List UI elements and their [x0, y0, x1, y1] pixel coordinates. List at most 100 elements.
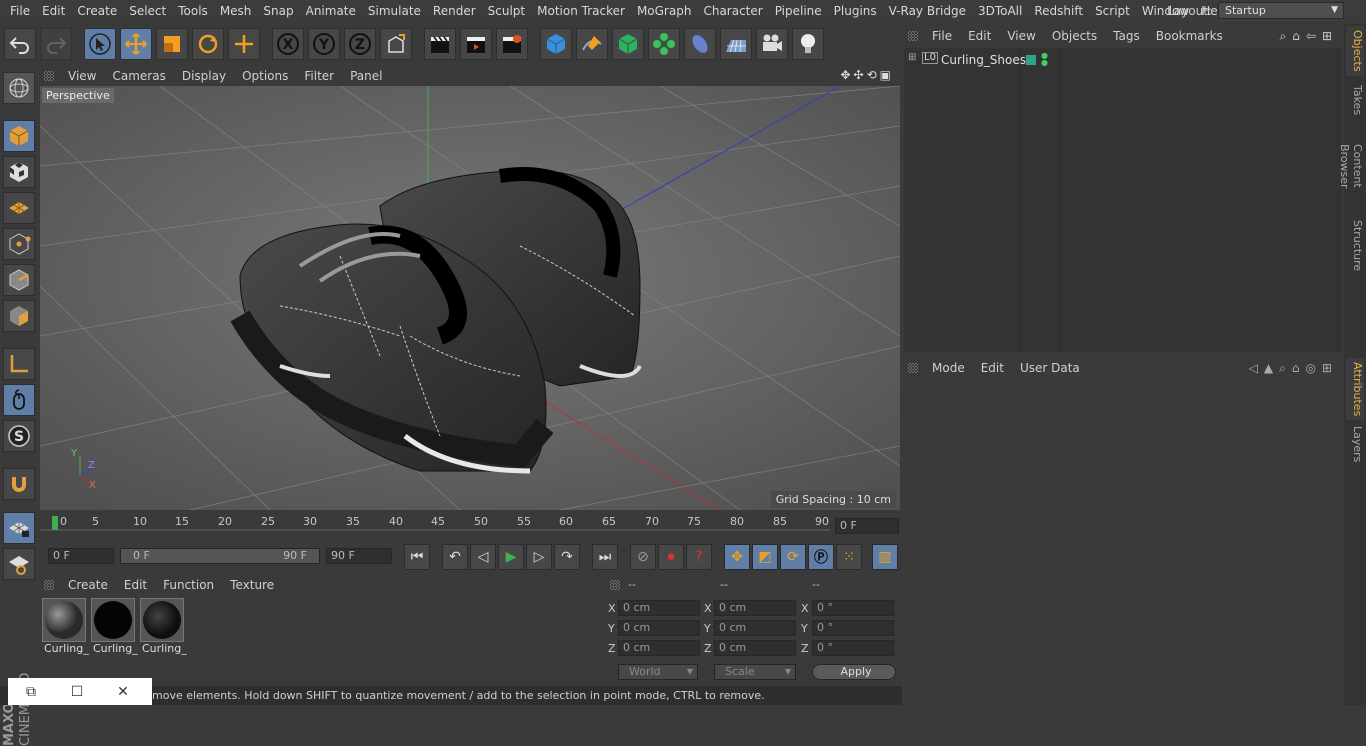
viewport-menu-options[interactable]: Options	[234, 69, 296, 83]
coordinate-system-button[interactable]	[380, 28, 412, 60]
end-frame-field[interactable]: 90 F	[326, 548, 392, 564]
add-deformer-button[interactable]	[684, 28, 716, 60]
coordinate-space-dropdown[interactable]: World▼	[618, 664, 698, 680]
viewport-menu-cameras[interactable]: Cameras	[104, 69, 173, 83]
position-x-field[interactable]: 0 cm	[618, 600, 700, 616]
menu-character[interactable]: Character	[697, 0, 768, 22]
menu-select[interactable]: Select	[123, 0, 172, 22]
texture-mode-button[interactable]	[3, 156, 35, 188]
rotation-b-field[interactable]: 0 °	[812, 640, 894, 656]
workplane-rotate-button[interactable]	[3, 548, 35, 580]
go-to-start-button[interactable]: ⏮	[404, 544, 430, 570]
objects-menu-bookmarks[interactable]: Bookmarks	[1148, 29, 1231, 43]
object-name[interactable]: Curling_Shoes	[941, 53, 1026, 67]
play-button[interactable]: ▶	[498, 544, 524, 570]
solo-button[interactable]: S	[3, 420, 35, 452]
rotation-p-field[interactable]: 0 °	[812, 620, 894, 636]
menu-mesh[interactable]: Mesh	[214, 0, 258, 22]
menu-animate[interactable]: Animate	[300, 0, 362, 22]
close-icon[interactable]: ✕	[100, 684, 146, 700]
render-view-button[interactable]	[424, 28, 456, 60]
key-parameter-button[interactable]: Ⓟ	[808, 544, 834, 570]
key-rotation-button[interactable]: ⟳	[780, 544, 806, 570]
position-z-field[interactable]: 0 cm	[618, 640, 700, 656]
undo-button[interactable]	[4, 28, 36, 60]
timeline-window-button[interactable]: ▥	[872, 544, 898, 570]
menu-plugins[interactable]: Plugins	[828, 0, 883, 22]
objects-menu-file[interactable]: File	[924, 29, 960, 43]
material-item[interactable]: Curling_	[140, 598, 184, 656]
tab-structure[interactable]: Structure	[1346, 216, 1364, 272]
add-light-button[interactable]	[792, 28, 824, 60]
menu-snap[interactable]: Snap	[257, 0, 299, 22]
attribute-nav-icons[interactable]: ◁▲⌕⌂◎⊞	[1249, 361, 1338, 376]
size-x-field[interactable]: 0 cm	[714, 600, 796, 616]
tab-objects[interactable]: Objects	[1346, 26, 1364, 76]
key-pla-button[interactable]: ⁙	[836, 544, 862, 570]
attributes-menu-edit[interactable]: Edit	[973, 361, 1012, 375]
live-selection-button[interactable]	[84, 28, 116, 60]
points-mode-button[interactable]	[3, 228, 35, 260]
menu-edit[interactable]: Edit	[36, 0, 71, 22]
position-y-field[interactable]: 0 cm	[618, 620, 700, 636]
add-cube-button[interactable]	[540, 28, 572, 60]
tweak-mode-button[interactable]	[3, 384, 35, 416]
menu-mograph[interactable]: MoGraph	[631, 0, 698, 22]
apply-button[interactable]: Apply	[812, 664, 896, 680]
move-tool-button[interactable]	[120, 28, 152, 60]
viewport-menu-filter[interactable]: Filter	[296, 69, 342, 83]
rotation-h-field[interactable]: 0 °	[812, 600, 894, 616]
viewport-menu-panel[interactable]: Panel	[342, 69, 390, 83]
menu-redshift[interactable]: Redshift	[1028, 0, 1089, 22]
objects-menu-objects[interactable]: Objects	[1044, 29, 1105, 43]
objects-menu-edit[interactable]: Edit	[960, 29, 999, 43]
size-z-field[interactable]: 0 cm	[714, 640, 796, 656]
objects-menu-tags[interactable]: Tags	[1105, 29, 1148, 43]
current-frame-field[interactable]: 0 F	[835, 518, 899, 534]
snap-toggle-button[interactable]	[3, 468, 35, 500]
material-menu-texture[interactable]: Texture	[222, 578, 282, 592]
axis-mode-button[interactable]	[3, 348, 35, 380]
add-generator-button[interactable]	[612, 28, 644, 60]
tab-takes[interactable]: Takes	[1346, 80, 1364, 120]
menu-pipeline[interactable]: Pipeline	[769, 0, 828, 22]
edges-mode-button[interactable]	[3, 264, 35, 296]
size-y-field[interactable]: 0 cm	[714, 620, 796, 636]
object-row[interactable]: ⊞ L0 Curling_Shoes ●●	[904, 50, 1342, 70]
menu-script[interactable]: Script	[1089, 0, 1136, 22]
material-item[interactable]: Curling_	[42, 598, 86, 656]
keyframe-selection-button[interactable]: ?	[686, 544, 712, 570]
scale-tool-button[interactable]	[156, 28, 188, 60]
workplane-lock-button[interactable]	[3, 512, 35, 544]
record-active-button[interactable]: ⊘	[630, 544, 656, 570]
attributes-menu-user-data[interactable]: User Data	[1012, 361, 1088, 375]
viewport-nav-icons[interactable]: ✥✣⟲▣	[840, 68, 894, 82]
material-menu-create[interactable]: Create	[60, 578, 116, 592]
make-editable-button[interactable]	[3, 72, 35, 104]
rotate-tool-button[interactable]	[192, 28, 224, 60]
viewport-menu-view[interactable]: View	[60, 69, 104, 83]
x-axis-lock-button[interactable]: X	[272, 28, 304, 60]
polygons-mode-button[interactable]	[3, 300, 35, 332]
tab-attributes[interactable]: Attributes	[1346, 358, 1364, 420]
menu-sculpt[interactable]: Sculpt	[482, 0, 531, 22]
redo-button[interactable]	[40, 28, 72, 60]
tab-content-browser[interactable]: Content Browser	[1346, 122, 1364, 210]
menu-create[interactable]: Create	[71, 0, 123, 22]
layout-dropdown[interactable]: Startup ▼	[1218, 2, 1344, 19]
start-frame-field[interactable]: 0 F	[48, 548, 114, 564]
menu-tools[interactable]: Tools	[172, 0, 214, 22]
material-menu-function[interactable]: Function	[155, 578, 222, 592]
render-to-picture-viewer-button[interactable]	[460, 28, 492, 60]
expand-icon[interactable]: ⊞	[908, 52, 916, 63]
add-mograph-button[interactable]	[648, 28, 680, 60]
visibility-dots-icon[interactable]: ●●	[1041, 52, 1048, 66]
tab-layers[interactable]: Layers	[1346, 422, 1364, 462]
menu-motion-tracker[interactable]: Motion Tracker	[531, 0, 631, 22]
menu-simulate[interactable]: Simulate	[362, 0, 427, 22]
previous-key-button[interactable]: ↶	[442, 544, 468, 570]
next-key-button[interactable]: ↷	[554, 544, 580, 570]
search-icon[interactable]: ⌕⌂⇦⊞	[1280, 29, 1338, 44]
render-settings-button[interactable]	[496, 28, 528, 60]
transform-tool-button[interactable]	[228, 28, 260, 60]
